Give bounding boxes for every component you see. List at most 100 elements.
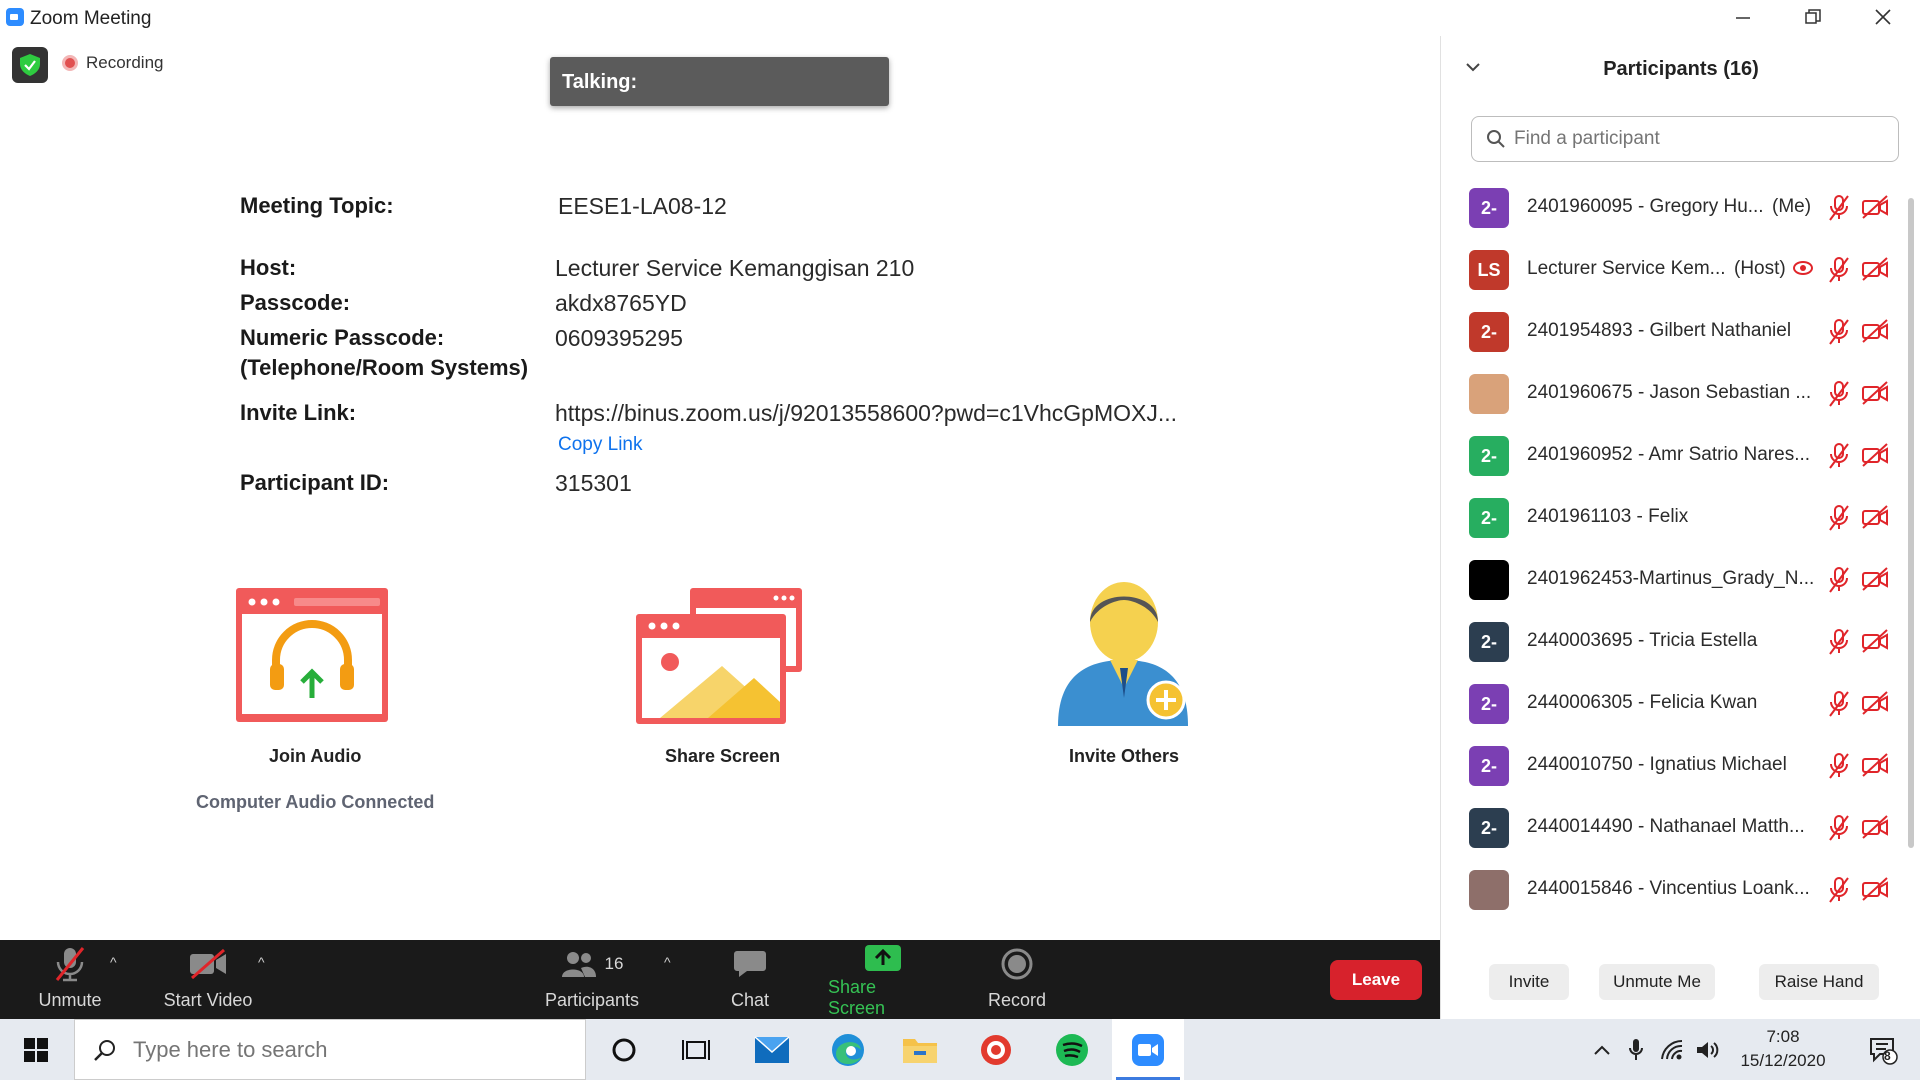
passcode-value: akdx8765YD — [555, 290, 687, 316]
spotify-button[interactable] — [1036, 1019, 1108, 1080]
talking-indicator: Talking: — [550, 57, 889, 106]
microphone-icon — [1629, 1038, 1643, 1060]
participant-row[interactable]: 2- 2440014490 - Nathanael Matth... — [1441, 794, 1911, 856]
participant-initials: LS — [1477, 259, 1501, 280]
invite-person-icon — [1058, 582, 1188, 726]
participant-row[interactable]: 2- 2440006305 - Felicia Kwan — [1441, 670, 1911, 732]
mail-app-button[interactable] — [736, 1019, 808, 1080]
notification-center-icon — [1870, 1037, 1898, 1065]
participant-row[interactable]: 2401960675 - Jason Sebastian ... — [1441, 360, 1911, 422]
share-screen-arrow-icon — [865, 944, 901, 971]
participant-row[interactable]: 2- 2401954893 - Gilbert Nathaniel — [1441, 298, 1911, 360]
red-app-button[interactable] — [960, 1019, 1032, 1080]
participant-avatar — [1469, 374, 1509, 414]
video-off-icon — [1861, 504, 1889, 535]
zoom-app-icon — [6, 8, 24, 26]
leave-button[interactable]: Leave — [1330, 960, 1422, 1000]
participant-id-value: 315301 — [555, 470, 632, 496]
unmute-button[interactable]: Unmute — [30, 940, 110, 1019]
participant-row[interactable]: 2- 2401960952 - Amr Satrio Nares... — [1441, 422, 1911, 484]
video-off-icon — [1861, 690, 1889, 721]
close-button[interactable] — [1848, 0, 1918, 34]
task-view-icon — [682, 1039, 710, 1060]
participant-avatar: 2- — [1469, 808, 1509, 848]
invite-others-button[interactable] — [1054, 578, 1194, 728]
notification-count: 8 — [1884, 1049, 1891, 1063]
participant-avatar: 2- — [1469, 188, 1509, 228]
video-off-icon — [1861, 194, 1889, 225]
notifications-button[interactable]: 8 — [1858, 1019, 1908, 1080]
video-off-icon — [190, 948, 226, 980]
volume-tray-button[interactable] — [1692, 1019, 1724, 1080]
muted-mic-icon — [1827, 690, 1851, 723]
participants-options-caret[interactable]: ^ — [664, 954, 671, 970]
share-screen-icon — [636, 588, 802, 724]
participant-row[interactable]: 2440015846 - Vincentius Loank... — [1441, 856, 1911, 918]
participant-avatar: 2- — [1469, 684, 1509, 724]
spotify-icon — [1056, 1033, 1088, 1066]
window-title: Zoom Meeting — [30, 8, 152, 29]
video-off-icon — [1861, 752, 1889, 783]
participant-row[interactable]: 2- 2440010750 - Ignatius Michael — [1441, 732, 1911, 794]
participant-initials: 2- — [1480, 197, 1497, 218]
chat-icon — [734, 951, 766, 977]
participant-name: 2401960675 - Jason Sebastian ... — [1527, 382, 1812, 403]
participant-name: Lecturer Service Kem... — [1527, 258, 1726, 279]
unmute-label: Unmute — [38, 990, 102, 1010]
participant-row[interactable]: 2401962453-Martinus_Grady_N... — [1441, 546, 1911, 608]
share-screen-button[interactable]: Share Screen — [828, 940, 938, 1019]
start-video-button[interactable]: Start Video — [158, 940, 258, 1019]
restore-button[interactable] — [1778, 0, 1848, 34]
start-video-label: Start Video — [163, 990, 253, 1010]
cortana-button[interactable] — [588, 1019, 660, 1080]
audio-options-caret[interactable]: ^ — [110, 954, 117, 970]
participant-search-box[interactable] — [1471, 116, 1899, 162]
edge-browser-button[interactable] — [812, 1019, 884, 1080]
security-badge[interactable] — [12, 47, 48, 83]
share-screen-action[interactable] — [634, 586, 804, 726]
title-bar: Zoom Meeting — [0, 0, 1920, 36]
participant-initials: 2- — [1480, 321, 1497, 342]
invite-button[interactable]: Invite — [1489, 964, 1569, 1000]
participants-button[interactable]: 16 Participants — [540, 940, 644, 1019]
participant-name: 2401954893 - Gilbert Nathaniel — [1527, 320, 1792, 341]
recording-indicator[interactable]: Recording — [62, 53, 164, 73]
participant-avatar: 2- — [1469, 312, 1509, 352]
video-off-icon — [1861, 876, 1889, 907]
participant-row[interactable]: 2- 2401960095 - Gregory Hu... (Me) — [1441, 174, 1911, 236]
muted-mic-icon — [1827, 504, 1851, 537]
video-options-caret[interactable]: ^ — [258, 954, 265, 970]
taskbar-search-box[interactable] — [74, 1019, 586, 1080]
host-label: Host: — [240, 255, 297, 280]
record-button[interactable]: Record — [984, 940, 1050, 1019]
participant-row[interactable]: LS Lecturer Service Kem... (Host) — [1441, 236, 1911, 298]
participants-scrollbar[interactable] — [1908, 198, 1914, 848]
muted-mic-icon — [1827, 380, 1851, 413]
participant-row[interactable]: 2- 2440003695 - Tricia Estella — [1441, 608, 1911, 670]
invite-link-value: https://binus.zoom.us/j/92013558600?pwd=… — [555, 400, 1178, 426]
microphone-tray-button[interactable] — [1622, 1019, 1650, 1080]
join-audio-label: Join Audio — [269, 746, 362, 766]
wifi-tray-button[interactable] — [1656, 1019, 1688, 1080]
chat-button[interactable]: Chat — [720, 940, 780, 1019]
start-button[interactable] — [0, 1019, 72, 1080]
participant-name: 2401962453-Martinus_Grady_N... — [1527, 568, 1815, 589]
unmute-me-button[interactable]: Unmute Me — [1599, 964, 1715, 1000]
participants-panel: Participants (16) 2- 2401960095 - Gregory… — [1440, 36, 1920, 1019]
minimize-button[interactable] — [1708, 0, 1778, 34]
taskbar-search-input[interactable] — [133, 1036, 553, 1063]
raise-hand-button[interactable]: Raise Hand — [1759, 964, 1879, 1000]
zoom-taskbar-button[interactable] — [1112, 1019, 1184, 1080]
mail-icon — [754, 1035, 790, 1063]
tray-overflow-button[interactable] — [1588, 1019, 1616, 1080]
participant-row[interactable]: 2- 2401961103 - Felix — [1441, 484, 1911, 546]
copy-link[interactable]: Copy Link — [558, 434, 643, 456]
participant-search-input[interactable] — [1514, 128, 1874, 150]
minimize-icon — [1736, 17, 1750, 19]
windows-taskbar: 7:08 15/12/2020 8 — [0, 1019, 1920, 1080]
meeting-toolbar: Unmute ^ Start Video ^ 16 Participants ^… — [0, 940, 1440, 1019]
taskbar-clock[interactable]: 7:08 15/12/2020 — [1728, 1025, 1838, 1073]
file-explorer-button[interactable] — [884, 1019, 956, 1080]
task-view-button[interactable] — [660, 1019, 732, 1080]
join-audio-button[interactable] — [234, 586, 392, 726]
